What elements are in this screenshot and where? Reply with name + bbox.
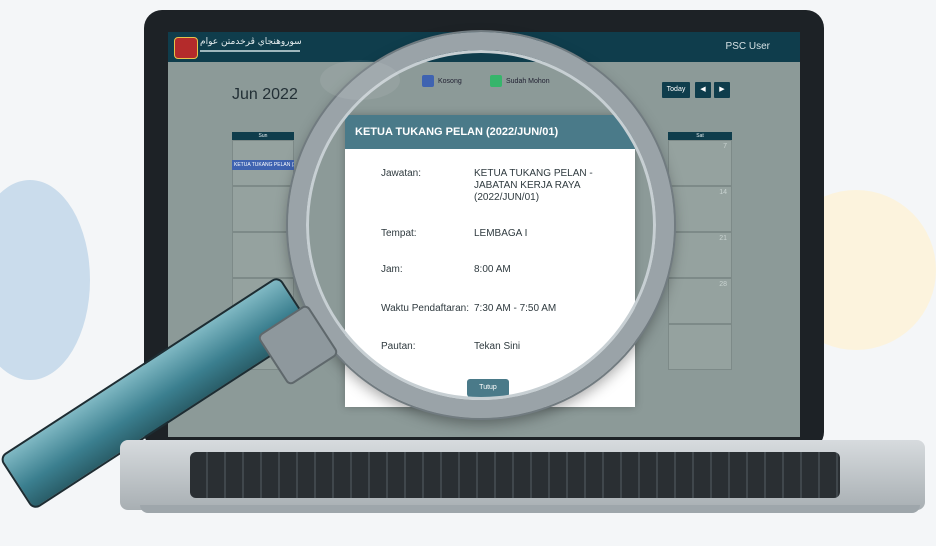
lens-glint: [320, 60, 400, 100]
calendar-cell[interactable]: [232, 186, 294, 232]
month-title: Jun 2022: [232, 86, 298, 103]
calendar-cell[interactable]: 14: [668, 186, 732, 232]
calendar-cell[interactable]: 28: [668, 278, 732, 324]
day-number: 21: [719, 235, 727, 242]
day-number: 14: [719, 189, 727, 196]
user-menu[interactable]: PSC User: [726, 41, 770, 52]
next-month-button[interactable]: ▶: [714, 82, 730, 98]
background-blob-left: [0, 180, 90, 380]
day-number: 28: [719, 281, 727, 288]
laptop-foot: [140, 505, 920, 513]
weekday-sat: Sat: [668, 132, 732, 140]
logo-icon: [174, 37, 198, 59]
keyboard: [190, 452, 840, 498]
calendar-cell[interactable]: [232, 232, 294, 278]
today-button[interactable]: Today: [662, 82, 690, 98]
logo-subtitle-bar: [200, 50, 300, 52]
calendar-event-chip[interactable]: KETUA TUKANG PELAN (2022/JUN/01): [232, 160, 294, 170]
prev-month-button[interactable]: ◀: [695, 82, 711, 98]
calendar-cell[interactable]: 21: [668, 232, 732, 278]
calendar-cell[interactable]: 7: [668, 140, 732, 186]
logo-text: سوروهنجاي ڤرخدمتن عوام: [200, 37, 302, 47]
weekday-sun: Sun: [232, 132, 294, 140]
calendar-cell[interactable]: [668, 324, 732, 370]
day-number: 7: [723, 143, 727, 150]
